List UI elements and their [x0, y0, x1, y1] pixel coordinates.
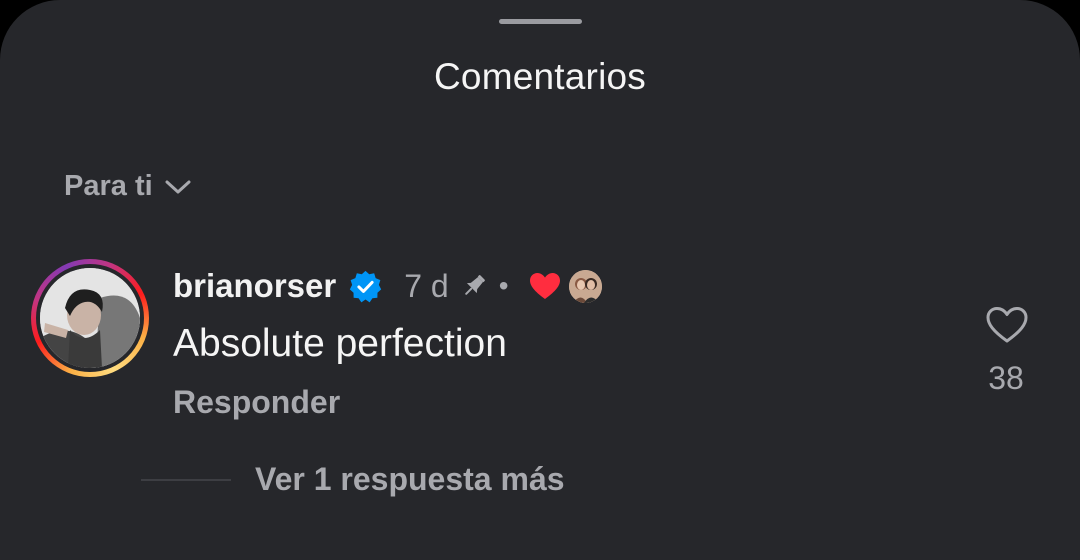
separator-dot: •: [498, 270, 509, 301]
heart-outline-icon: [986, 307, 1028, 343]
avatar-story-ring[interactable]: [31, 259, 149, 377]
reply-button[interactable]: Responder: [173, 384, 340, 421]
sheet-title: Comentarios: [434, 56, 646, 97]
creator-avatar: [568, 269, 602, 303]
like-count: 38: [988, 360, 1024, 396]
replies-divider: [141, 479, 231, 481]
comment-meta: brianorser 7 d •: [173, 265, 602, 307]
comments-sheet: Comentarios Para ti brianorser 7 d • Abs…: [0, 0, 1080, 560]
chevron-down-icon: [165, 180, 191, 193]
view-more-replies-button[interactable]: Ver 1 respuesta más: [255, 461, 565, 498]
sort-label: Para ti: [64, 170, 153, 202]
verified-badge-icon: [349, 270, 382, 303]
heart-filled-icon: [529, 272, 561, 301]
comment-username[interactable]: brianorser: [173, 267, 336, 305]
comment-text: Absolute perfection: [173, 322, 507, 365]
pin-icon: [459, 271, 489, 301]
comment-time: 7 d: [404, 267, 449, 304]
avatar: [40, 268, 140, 368]
drag-handle[interactable]: [499, 19, 582, 24]
sort-dropdown[interactable]: Para ti: [64, 170, 191, 203]
like-button[interactable]: [985, 306, 1029, 344]
